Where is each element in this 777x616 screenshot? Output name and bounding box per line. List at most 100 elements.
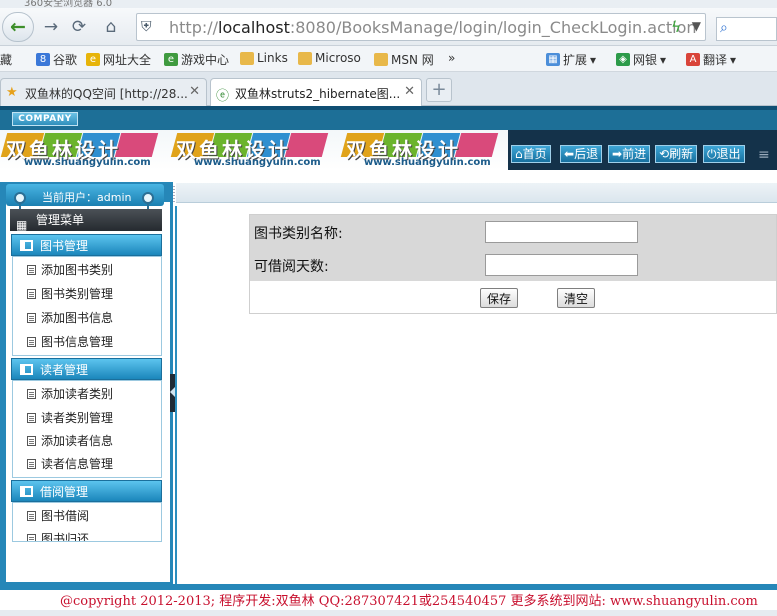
sidebar-item-add-book-category[interactable]: 添加图书类别: [13, 259, 161, 281]
status-bar: [0, 610, 777, 616]
ebank-button[interactable]: ◈ 网银 ▾: [616, 51, 666, 68]
sidebar-item-reader-category-manage[interactable]: 读者类别管理: [13, 407, 161, 429]
bookmarks-more[interactable]: »: [448, 51, 455, 65]
document-icon: [27, 289, 36, 299]
tab-strip: ★ 双鱼林的QQ空间 [http://28... ✕ ⓔ 双鱼林struts2_…: [0, 72, 777, 106]
pin-icon: [142, 192, 154, 217]
shield-icon: ⛨: [141, 19, 152, 35]
document-icon: [27, 436, 36, 446]
bookmark-item[interactable]: Links: [240, 51, 288, 65]
logout-button[interactable]: ⏻退出: [703, 145, 745, 163]
form-row-days: 可借阅天数:: [250, 248, 776, 281]
extensions-button[interactable]: ▦ 扩展 ▾: [546, 51, 596, 68]
bookmarks-bar: 藏 8 谷歌 e 网址大全 e 游戏中心 Links Microso MSN 网 » …: [0, 46, 777, 72]
content-divider: [175, 206, 177, 584]
form-row-category: 图书类别名称:: [250, 215, 776, 248]
save-button[interactable]: 保存: [480, 288, 519, 308]
browser-navbar: ← → ⟳ ⌂ ⛨ http://localhost:8080/BooksMan…: [0, 8, 777, 46]
borrow-days-input[interactable]: [485, 254, 638, 276]
url-text: http://localhost:8080/BooksManage/login/…: [169, 18, 697, 37]
tab-qq-space[interactable]: ★ 双鱼林的QQ空间 [http://28... ✕: [0, 78, 207, 106]
category-name-label: 图书类别名称:: [254, 226, 343, 242]
translate-button[interactable]: A 翻译 ▾: [686, 51, 736, 68]
document-icon: [27, 337, 36, 347]
menu-icon[interactable]: ≡: [758, 147, 770, 163]
arrow-right-icon: ➡: [612, 147, 623, 161]
sidebar-section-body: 添加图书类别 图书类别管理 添加图书信息 图书信息管理: [12, 256, 162, 356]
site-logo: 双鱼林设计 www.shuangyulin.com: [0, 133, 168, 169]
bookmark-item[interactable]: Microso: [298, 51, 361, 65]
browser-title-strip: 360安全浏览器 6.0: [0, 0, 777, 8]
refresh-button[interactable]: ⟲刷新: [655, 145, 698, 163]
page-icon: ⓔ: [216, 89, 230, 104]
forward-icon[interactable]: →: [38, 14, 64, 40]
bookmark-item[interactable]: 藏: [0, 51, 12, 68]
search-icon: ⌕: [720, 20, 728, 36]
sidebar-section-books[interactable]: 图书管理: [11, 234, 162, 256]
content-toolbar: [176, 183, 777, 203]
category-name-input[interactable]: [485, 221, 638, 243]
document-icon: [27, 413, 36, 423]
book-icon: [20, 240, 33, 251]
tab-label: 双鱼林的QQ空间 [http://28...: [25, 87, 188, 101]
bookmark-item[interactable]: MSN 网: [374, 51, 434, 68]
sidebar-section-body: 图书借阅 图书归还: [12, 502, 162, 542]
home-button[interactable]: ⌂首页: [511, 145, 551, 163]
home-icon: ⌂: [515, 147, 523, 161]
browser-title-text: 360安全浏览器 6.0: [24, 0, 113, 8]
bookmark-item[interactable]: e 游戏中心: [164, 51, 229, 68]
book-category-form: 图书类别名称: 可借阅天数: 保存 清空: [249, 214, 777, 314]
refresh-icon[interactable]: ⟳: [66, 14, 92, 40]
chevron-down-icon[interactable]: ▼: [692, 19, 701, 33]
site-logo: 双鱼林设计 www.shuangyulin.com: [340, 133, 508, 169]
sidebar-item-book-category-manage[interactable]: 图书类别管理: [13, 283, 161, 305]
site-logo: 双鱼林设计 www.shuangyulin.com: [170, 133, 338, 169]
close-icon[interactable]: ✕: [404, 84, 415, 99]
grid-icon: ▦: [16, 218, 28, 232]
star-icon: ★: [6, 85, 18, 100]
bookmark-item[interactable]: e 网址大全: [86, 51, 151, 68]
borrow-days-label: 可借阅天数:: [254, 259, 329, 275]
document-icon: [27, 313, 36, 323]
sidebar-item-borrow[interactable]: 图书借阅: [13, 505, 161, 527]
sidebar-section-readers[interactable]: 读者管理: [11, 358, 162, 380]
bookmark-item[interactable]: 8 谷歌: [36, 51, 77, 68]
tab-books-manage[interactable]: ⓔ 双鱼林struts2_hibernate图... ✕: [210, 78, 422, 106]
sidebar-item-add-reader-category[interactable]: 添加读者类别: [13, 383, 161, 405]
new-tab-button[interactable]: +: [426, 78, 452, 102]
footer: @copyright 2012-2013; 程序开发:双鱼林 QQ:287307…: [0, 590, 777, 610]
refresh-icon: ⟲: [659, 147, 670, 161]
search-box[interactable]: ⌕: [716, 17, 777, 41]
document-icon: [27, 265, 36, 275]
pin-icon: [14, 192, 26, 217]
company-badge: COMPANY: [12, 112, 78, 126]
sidebar-item-reader-manage[interactable]: 读者信息管理: [13, 453, 161, 475]
arrow-left-icon: ⬅: [564, 147, 575, 161]
document-icon: [27, 534, 36, 541]
address-bar[interactable]: ⛨ http://localhost:8080/BooksManage/logi…: [136, 13, 706, 41]
close-icon[interactable]: ✕: [189, 84, 200, 99]
book-icon: [20, 364, 33, 375]
sidebar-item-book-manage[interactable]: 图书信息管理: [13, 331, 161, 353]
home-icon[interactable]: ⌂: [98, 14, 124, 40]
current-user-box: 当前用户：admin: [6, 184, 164, 206]
clear-button[interactable]: 清空: [557, 288, 596, 308]
menu-title: ▦ 管理菜单: [10, 209, 162, 232]
document-icon: [27, 459, 36, 469]
tab-label: 双鱼林struts2_hibernate图...: [235, 87, 401, 101]
document-icon: [27, 511, 36, 521]
lightning-icon[interactable]: ϟ: [671, 18, 681, 36]
sidebar-item-add-book[interactable]: 添加图书信息: [13, 307, 161, 329]
sidebar-section-borrow[interactable]: 借阅管理: [11, 480, 162, 502]
book-icon: [20, 486, 33, 497]
back-icon[interactable]: ←: [2, 12, 34, 42]
forward-button[interactable]: ➡前进: [608, 145, 651, 163]
sidebar-item-add-reader[interactable]: 添加读者信息: [13, 430, 161, 452]
back-button[interactable]: ⬅后退: [560, 145, 603, 163]
power-icon: ⏻: [707, 147, 717, 161]
copyright-text: @copyright 2012-2013; 程序开发:双鱼林 QQ:287307…: [60, 594, 758, 609]
sidebar-section-body: 添加读者类别 读者类别管理 添加读者信息 读者信息管理: [12, 380, 162, 478]
sidebar-item-return[interactable]: 图书归还: [13, 528, 161, 541]
document-icon: [27, 389, 36, 399]
current-user-label: 当前用户：admin: [42, 191, 132, 204]
